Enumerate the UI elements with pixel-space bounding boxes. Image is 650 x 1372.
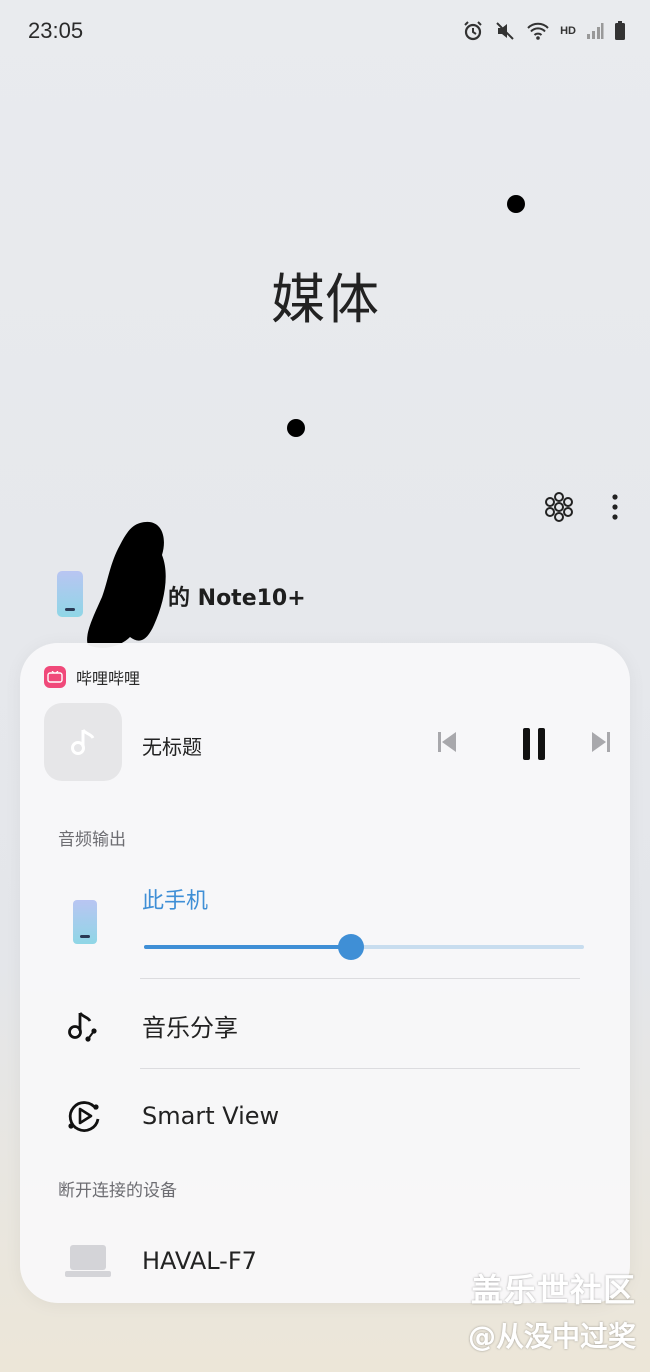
alarm-icon: [462, 20, 484, 42]
wifi-icon: [526, 21, 550, 41]
volume-slider[interactable]: [144, 933, 584, 961]
music-share-row[interactable]: 音乐分享: [64, 995, 584, 1055]
signal-icon: [586, 22, 604, 40]
black-dot: [287, 419, 305, 437]
hd-icon: HD: [560, 25, 576, 37]
smart-view-icon: [64, 1096, 104, 1136]
smart-view-row[interactable]: Smart View: [64, 1086, 584, 1146]
divider: [140, 978, 580, 979]
disconnected-device-label: HAVAL-F7: [142, 1247, 257, 1275]
pause-icon[interactable]: [518, 725, 550, 763]
music-share-icon: [64, 1005, 104, 1045]
status-bar: 23:05 HD: [0, 0, 650, 64]
devices-icon[interactable]: [542, 490, 576, 524]
smart-view-label: Smart View: [142, 1102, 280, 1130]
album-art: [44, 703, 122, 781]
black-dot: [507, 195, 525, 213]
status-icons: HD: [462, 20, 626, 42]
more-icon[interactable]: [610, 492, 620, 522]
watermark-line1: 盖乐世社区: [470, 1271, 636, 1309]
status-time: 23:05: [28, 18, 84, 43]
output-device-label[interactable]: 此手机: [142, 883, 208, 915]
watermark-line2: @从没中过奖: [467, 1320, 636, 1353]
laptop-icon: [64, 1241, 112, 1281]
top-actions: [542, 490, 620, 524]
phone-icon: [72, 899, 98, 949]
slider-fill: [144, 945, 351, 949]
redaction-mark: [87, 521, 166, 648]
bilibili-app-icon: [44, 666, 66, 688]
track-title: 无标题: [142, 735, 202, 759]
next-icon[interactable]: [588, 725, 614, 759]
app-name: 哔哩哔哩: [76, 669, 141, 688]
disconnected-devices-label: 断开连接的设备: [58, 1181, 177, 1201]
mute-icon: [494, 20, 516, 42]
page-title: 媒体: [271, 268, 379, 331]
battery-icon: [614, 21, 626, 41]
music-note-icon: [71, 729, 95, 755]
app-row: 哔哩哔哩: [44, 665, 140, 689]
device-name: 的 Note10+: [168, 586, 306, 611]
media-panel: 哔哩哔哩 无标题 音频输出 此手机 音乐分享 Smart View 断开连接的设…: [20, 643, 630, 1303]
slider-thumb[interactable]: [337, 934, 364, 960]
divider: [140, 1068, 580, 1069]
audio-output-label: 音频输出: [58, 830, 126, 850]
media-row: 无标题: [44, 703, 610, 783]
previous-icon[interactable]: [434, 725, 460, 759]
music-share-label: 音乐分享: [142, 1013, 238, 1042]
